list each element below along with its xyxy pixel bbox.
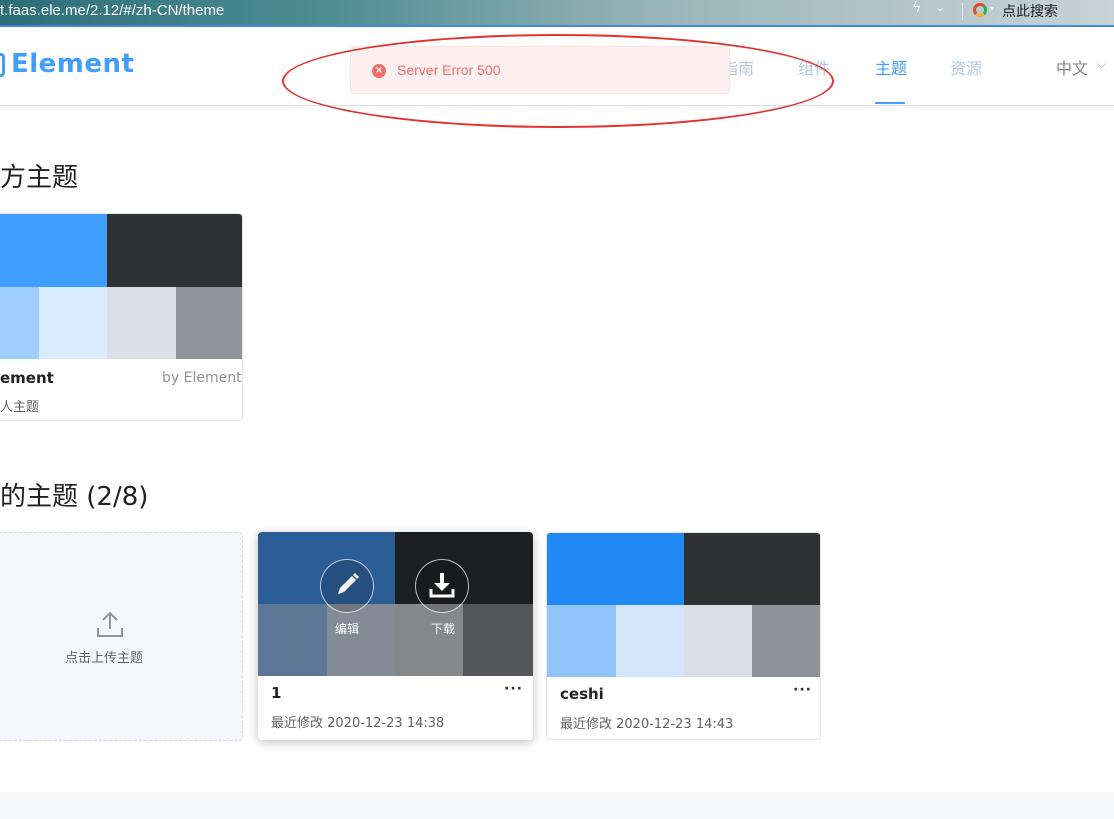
- official-themes-title: 方主题: [0, 163, 79, 193]
- color-swatch-dark: [684, 533, 820, 605]
- color-swatch-light2: [327, 604, 395, 676]
- download-label[interactable]: 下载: [431, 620, 455, 637]
- color-swatch-light1: [258, 604, 327, 676]
- language-switch[interactable]: 中文: [1056, 55, 1088, 79]
- search-box-label[interactable]: 点此搜索: [1002, 1, 1058, 21]
- element-logo-icon[interactable]: [0, 53, 5, 77]
- chevron-down-icon[interactable]: ⌄: [936, 3, 944, 14]
- download-theme-button[interactable]: [415, 559, 469, 613]
- color-swatch-gray2: [463, 604, 533, 676]
- theme-name: ceshi: [560, 685, 604, 703]
- color-swatch-dark: [107, 214, 242, 287]
- url-text[interactable]: t.faas.ele.me/2.12/#/zh-CN/theme: [0, 2, 224, 19]
- upload-icon: [97, 611, 123, 637]
- download-icon: [429, 573, 455, 598]
- theme-description: 人主题: [0, 400, 40, 415]
- my-themes-title: 的主题 (2/8): [0, 482, 149, 512]
- nav-item-theme[interactable]: 主题: [875, 55, 907, 79]
- theme-modified-time: 最近修改 2020-12-23 14:43: [560, 717, 734, 732]
- theme-name: ement: [0, 369, 54, 387]
- color-swatch-gray2: [752, 605, 820, 677]
- theme-card-1[interactable]: 编辑 下载 1 ··· 最近修改 2020-12-23 14:38: [258, 532, 533, 740]
- search-engine-icon[interactable]: [973, 3, 987, 17]
- theme-name: 1: [271, 684, 282, 702]
- chevron-down-icon[interactable]: ▾: [990, 4, 994, 13]
- edit-label[interactable]: 编辑: [335, 620, 359, 637]
- browser-address-bar: t.faas.ele.me/2.12/#/zh-CN/theme ϟ ⌄ ▾ 点…: [0, 0, 1114, 27]
- upload-theme-card[interactable]: 点击上传主题: [0, 532, 243, 741]
- chevron-down-icon[interactable]: ⌵: [1097, 57, 1106, 72]
- color-swatch-light2: [616, 605, 684, 677]
- color-swatch-primary: [0, 214, 107, 287]
- color-swatch-gray1: [684, 605, 752, 677]
- divider: [962, 3, 963, 20]
- more-icon[interactable]: ···: [793, 682, 812, 698]
- color-swatch-light1: [547, 605, 616, 677]
- logo-text[interactable]: Element: [11, 49, 134, 79]
- edit-theme-button[interactable]: [320, 559, 374, 613]
- color-swatch-gray2: [176, 287, 242, 359]
- nav-active-indicator: [875, 102, 905, 104]
- footer: [0, 792, 1114, 819]
- color-swatch-primary: [547, 533, 684, 605]
- more-icon[interactable]: ···: [504, 681, 523, 697]
- color-swatch-gray1: [395, 604, 463, 676]
- pencil-icon: [338, 573, 359, 594]
- official-theme-card[interactable]: ement by Element 人主题: [0, 213, 243, 421]
- red-annotation-ellipse: [282, 34, 834, 128]
- theme-card-ceshi[interactable]: ceshi ··· 最近修改 2020-12-23 14:43: [546, 532, 821, 740]
- theme-author: by Element: [162, 370, 242, 386]
- color-swatch-gray1: [107, 287, 176, 359]
- color-swatch-light2: [39, 287, 107, 359]
- theme-modified-time: 最近修改 2020-12-23 14:38: [271, 716, 445, 731]
- lightning-icon[interactable]: ϟ: [912, 0, 921, 16]
- color-swatch-light1: [0, 287, 39, 359]
- upload-theme-label: 点击上传主题: [65, 651, 144, 666]
- nav-item-resource[interactable]: 资源: [950, 55, 982, 79]
